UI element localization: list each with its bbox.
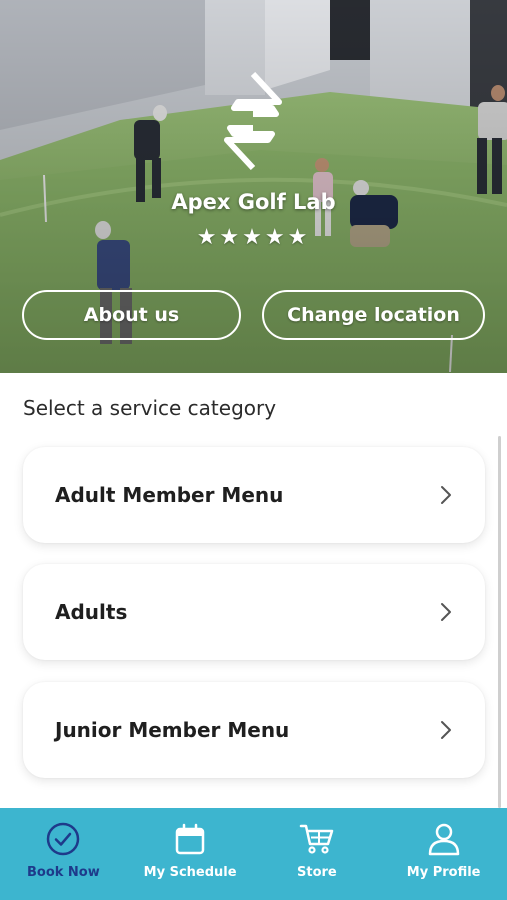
tab-store[interactable]: Store: [254, 808, 381, 900]
chevron-right-icon: [441, 486, 451, 504]
change-location-button[interactable]: Change location: [262, 290, 485, 340]
service-card-adult-member-menu[interactable]: Adult Member Menu: [23, 447, 485, 543]
section-title: Select a service category: [23, 396, 277, 420]
rating-stars: ★★★★★: [196, 225, 311, 250]
venue-name: Apex Golf Lab: [171, 190, 336, 214]
service-card-adults[interactable]: Adults: [23, 564, 485, 660]
service-card-label: Junior Member Menu: [55, 718, 290, 742]
person-icon: [428, 823, 459, 856]
cart-icon: [299, 824, 334, 854]
check-circle-icon: [47, 822, 80, 856]
chevron-right-icon: [441, 603, 451, 621]
scrollbar[interactable]: [498, 436, 501, 808]
service-card-junior-member-menu[interactable]: Junior Member Menu: [23, 682, 485, 778]
bottom-tab-bar: Book Now My Schedule Store My Profile: [0, 808, 507, 900]
hero-banner: Apex Golf Lab ★★★★★ About us Change loca…: [0, 0, 507, 373]
chevron-right-icon: [441, 721, 451, 739]
tab-my-profile[interactable]: My Profile: [380, 808, 507, 900]
service-card-label: Adults: [55, 600, 128, 624]
tab-label: My Schedule: [143, 865, 237, 880]
tab-my-schedule[interactable]: My Schedule: [127, 808, 254, 900]
brand-logo: [224, 72, 282, 170]
about-us-button[interactable]: About us: [22, 290, 241, 340]
calendar-icon: [175, 823, 205, 855]
tab-book-now[interactable]: Book Now: [0, 808, 127, 900]
tab-label: Store: [297, 865, 337, 880]
tab-label: My Profile: [406, 865, 481, 880]
tab-label: Book Now: [26, 865, 100, 880]
service-card-label: Adult Member Menu: [55, 483, 284, 507]
